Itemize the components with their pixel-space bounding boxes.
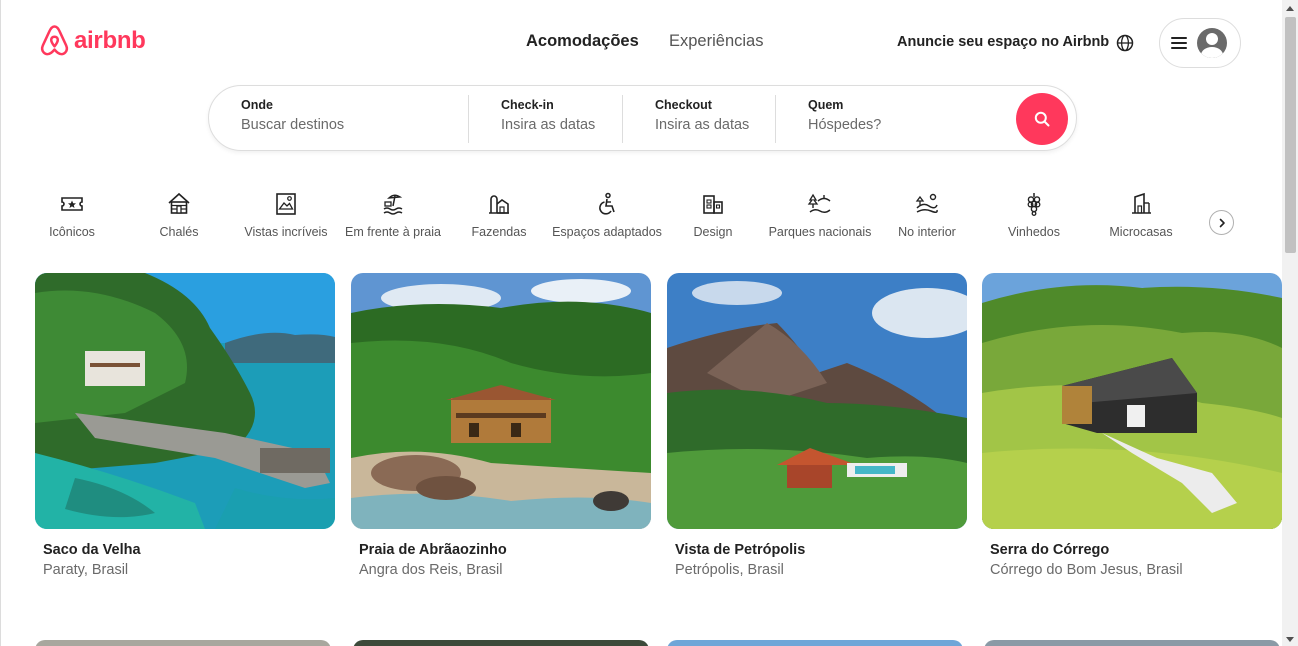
listing-photo[interactable]	[351, 273, 651, 529]
category-label: Parques nacionais	[768, 225, 872, 239]
listing-photo-image	[35, 273, 335, 529]
beachfront-icon	[383, 194, 403, 215]
categories-next-button[interactable]	[1209, 210, 1234, 235]
grapes-icon	[1027, 193, 1041, 216]
guests-input[interactable]: Hóspedes?	[808, 117, 881, 133]
host-link[interactable]: Anuncie seu espaço no Airbnb	[897, 34, 1109, 50]
category-label: Fazendas	[471, 225, 527, 239]
listing-photo-image	[667, 273, 967, 529]
page-scrollbar[interactable]	[1282, 0, 1298, 646]
airbnb-logo[interactable]: airbnb	[39, 24, 146, 58]
checkout-label: Checkout	[655, 98, 712, 112]
user-menu-button[interactable]	[1159, 18, 1241, 68]
who-label: Quem	[808, 98, 844, 112]
listing-card[interactable]: Saco da Velha Paraty, Brasil	[35, 273, 335, 578]
listing-photo-peek[interactable]	[984, 640, 1280, 646]
where-label: Onde	[241, 98, 273, 112]
category-label: Em frente à praia	[345, 225, 441, 239]
category-chales[interactable]: Chalés	[124, 191, 234, 239]
checkin-label: Check-in	[501, 98, 554, 112]
listing-card[interactable]: Praia de Abrãaozinho Angra dos Reis, Bra…	[351, 273, 651, 578]
category-label: Chalés	[159, 225, 199, 239]
search-icon	[1034, 111, 1050, 127]
user-avatar-icon	[1197, 28, 1227, 58]
listing-photo[interactable]	[35, 273, 335, 529]
scroll-up-arrow-icon[interactable]	[1286, 6, 1294, 11]
listing-photo-image	[982, 273, 1282, 529]
hamburger-menu-icon	[1171, 37, 1187, 49]
page: airbnb Acomodações Experiências Anuncie …	[0, 0, 1298, 646]
category-no-interior[interactable]: No interior	[872, 191, 982, 239]
listing-photo-peek[interactable]	[35, 640, 331, 646]
ticket-star-icon	[61, 197, 83, 211]
listing-title: Praia de Abrãaozinho	[359, 542, 507, 558]
chevron-right-icon	[1219, 218, 1225, 227]
category-iconicos[interactable]: Icônicos	[17, 191, 127, 239]
search-where[interactable]: Onde Buscar destinos	[241, 98, 344, 133]
listing-location: Córrego do Bom Jesus, Brasil	[990, 562, 1183, 578]
category-design[interactable]: Design	[658, 191, 768, 239]
checkin-input[interactable]: Insira as datas	[501, 117, 595, 133]
listing-photo-image	[351, 273, 651, 529]
listing-photo-peek[interactable]	[667, 640, 963, 646]
search-who[interactable]: Quem Hóspedes?	[808, 98, 881, 133]
tiny-house-icon	[1132, 192, 1151, 214]
search-divider	[622, 95, 623, 143]
brand-name: airbnb	[74, 27, 146, 54]
listing-photo[interactable]	[667, 273, 967, 529]
category-fazendas[interactable]: Fazendas	[444, 191, 554, 239]
framed-view-icon	[276, 193, 296, 215]
listing-card[interactable]: Vista de Petrópolis Petrópolis, Brasil	[667, 273, 967, 578]
scroll-down-arrow-icon[interactable]	[1286, 637, 1294, 642]
tab-experiencias[interactable]: Experiências	[669, 32, 763, 51]
listing-location: Paraty, Brasil	[43, 562, 129, 578]
tab-acomodacoes[interactable]: Acomodações	[526, 32, 639, 51]
category-parques-nacionais[interactable]: Parques nacionais	[765, 191, 875, 239]
category-label: Microcasas	[1109, 225, 1173, 239]
category-label: Vistas incríveis	[244, 225, 328, 239]
globe-icon[interactable]	[1116, 34, 1134, 52]
search-button[interactable]	[1016, 93, 1068, 145]
national-park-icon	[807, 193, 831, 214]
category-label: Espaços adaptados	[552, 225, 662, 239]
search-divider	[468, 95, 469, 143]
search-checkout[interactable]: Checkout Insira as datas	[655, 98, 749, 133]
listing-location: Petrópolis, Brasil	[675, 562, 784, 578]
listing-location: Angra dos Reis, Brasil	[359, 562, 503, 578]
listing-photo[interactable]	[982, 273, 1282, 529]
category-microcasas[interactable]: Microcasas	[1086, 191, 1196, 239]
search-bar: Onde Buscar destinos Check-in Insira as …	[208, 85, 1077, 151]
where-input[interactable]: Buscar destinos	[241, 117, 344, 133]
category-label: Vinhedos	[1008, 225, 1060, 239]
category-em-frente-a-praia[interactable]: Em frente à praia	[338, 191, 448, 239]
search-checkin[interactable]: Check-in Insira as datas	[501, 98, 595, 133]
accessible-icon	[599, 192, 615, 215]
category-vinhedos[interactable]: Vinhedos	[979, 191, 1089, 239]
search-divider	[775, 95, 776, 143]
farm-icon	[489, 195, 509, 214]
checkout-input[interactable]: Insira as datas	[655, 117, 749, 133]
category-label: Icônicos	[49, 225, 95, 239]
listing-title: Serra do Córrego	[990, 542, 1110, 558]
airbnb-belo-icon	[40, 25, 69, 56]
design-building-icon	[703, 195, 723, 214]
countryside-icon	[915, 193, 938, 214]
listing-card[interactable]: Serra do Córrego Córrego do Bom Jesus, B…	[982, 273, 1282, 578]
listing-photo-peek[interactable]	[353, 640, 649, 646]
category-label: No interior	[898, 225, 956, 239]
category-vistas-incriveis[interactable]: Vistas incríveis	[231, 191, 341, 239]
cabin-icon	[168, 192, 190, 214]
category-label: Design	[693, 225, 733, 239]
listing-title: Saco da Velha	[43, 542, 141, 558]
category-espacos-adaptados[interactable]: Espaços adaptados	[552, 191, 662, 239]
scroll-thumb[interactable]	[1285, 17, 1296, 253]
listing-title: Vista de Petrópolis	[675, 542, 806, 558]
